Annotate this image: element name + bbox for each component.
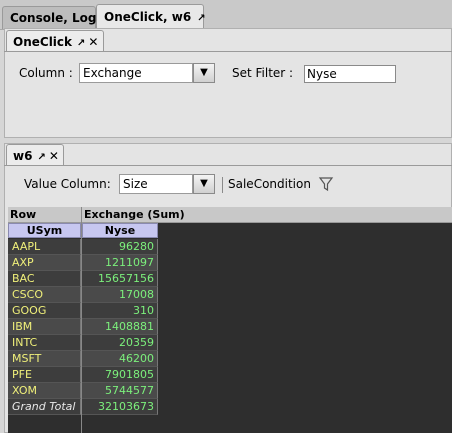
grid-header-row	[8, 207, 452, 223]
value-cell[interactable]: 46200	[82, 351, 158, 367]
row-label[interactable]: BAC	[8, 271, 81, 287]
set-filter-label: Set Filter :	[232, 66, 294, 80]
separator	[222, 177, 223, 193]
grand-total-label[interactable]: Grand Total	[8, 399, 81, 415]
column-dropdown-button[interactable]: ▼	[193, 63, 215, 83]
filter-input-value: Nyse	[307, 67, 337, 81]
row-label[interactable]: INTC	[8, 335, 81, 351]
divider	[4, 51, 452, 52]
grand-total-value[interactable]: 32103673	[82, 399, 158, 415]
value-cell[interactable]: 15657156	[82, 271, 158, 287]
chevron-down-icon: ▼	[200, 67, 208, 78]
value-cell[interactable]: 1408881	[82, 319, 158, 335]
column-select-value: Exchange	[83, 66, 142, 80]
value-cell[interactable]: 96280	[82, 239, 158, 255]
pin-icon[interactable]: ↗	[77, 38, 85, 49]
row-label[interactable]: XOM	[8, 383, 81, 399]
close-icon[interactable]: ✕	[49, 149, 59, 163]
tab-label: OneClick	[13, 35, 73, 49]
row-label[interactable]: MSFT	[8, 351, 81, 367]
column-header-label: Nyse	[104, 224, 136, 237]
column-header-label: USym	[26, 224, 63, 237]
tab-console-log[interactable]: Console, Log	[2, 6, 96, 29]
value-cell[interactable]: 5744577	[82, 383, 158, 399]
row-label[interactable]: GOOG	[8, 303, 81, 319]
filter-icon[interactable]	[318, 176, 334, 192]
column-label: Column :	[19, 66, 73, 80]
row-label[interactable]: CSCO	[8, 287, 81, 303]
tab-w6[interactable]: w6 ↗ ✕	[6, 144, 64, 166]
pin-icon[interactable]: ↗	[37, 152, 45, 163]
tab-label: w6	[13, 149, 33, 163]
filter-input[interactable]: Nyse	[304, 65, 396, 83]
divider	[4, 165, 452, 166]
close-icon[interactable]: ✕	[88, 35, 98, 49]
value-cell[interactable]: 1211097	[82, 255, 158, 271]
value-column-label: Value Column:	[24, 177, 111, 191]
row-header: Row	[10, 208, 37, 221]
tab-oneclick-w6[interactable]: OneClick, w6 ↗	[96, 4, 206, 30]
tab-label: Console, Log	[10, 11, 97, 25]
row-label[interactable]: AXP	[8, 255, 81, 271]
row-label[interactable]: IBM	[8, 319, 81, 335]
value-cell[interactable]: 17008	[82, 287, 158, 303]
row-label[interactable]: AAPL	[8, 239, 81, 255]
value-cell[interactable]: 7901805	[82, 367, 158, 383]
value-cell[interactable]: 310	[82, 303, 158, 319]
column-select[interactable]: Exchange	[79, 63, 193, 83]
row-label[interactable]: PFE	[8, 367, 81, 383]
usym-column-header[interactable]: USym	[8, 223, 81, 238]
group-header: Exchange (Sum)	[84, 208, 185, 221]
value-cell[interactable]: 20359	[82, 335, 158, 351]
value-column-select[interactable]: Size	[119, 174, 193, 194]
value-column-select-value: Size	[123, 177, 148, 191]
sale-condition-label[interactable]: SaleCondition	[228, 177, 311, 191]
chevron-down-icon: ▼	[200, 178, 208, 189]
nyse-column-header[interactable]: Nyse	[82, 223, 158, 238]
tab-oneclick[interactable]: OneClick ↗ ✕	[6, 30, 104, 52]
value-column-dropdown-button[interactable]: ▼	[193, 174, 215, 194]
tab-label: OneClick, w6	[104, 10, 192, 24]
